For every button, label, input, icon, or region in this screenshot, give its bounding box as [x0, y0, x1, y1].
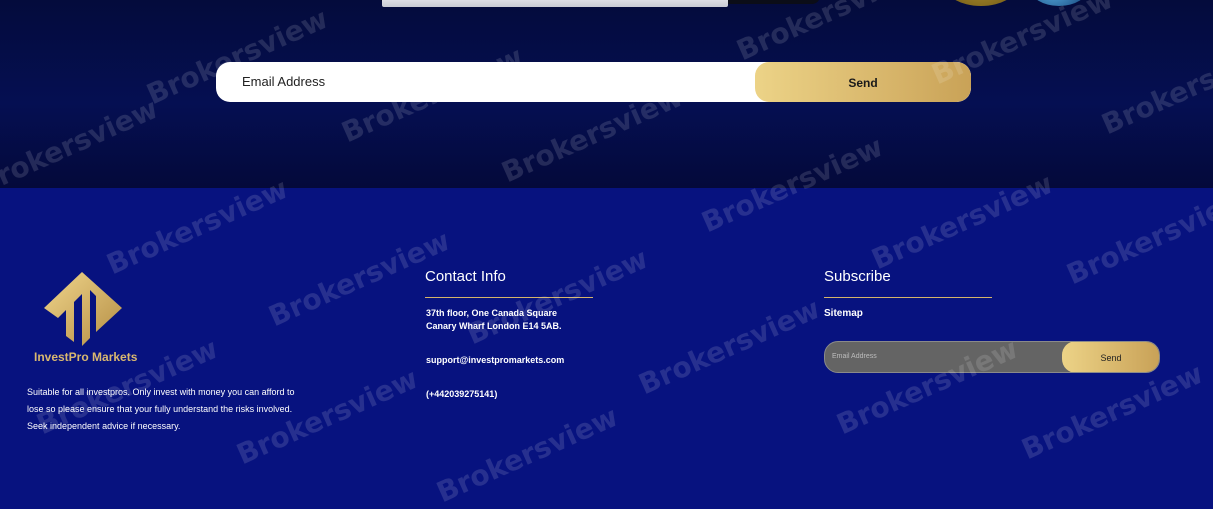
footer-email-input[interactable]: Email Address: [832, 342, 877, 372]
brand-description: Suitable for all investpros. Only invest…: [27, 387, 295, 431]
sitemap-link[interactable]: Sitemap: [824, 308, 863, 319]
contact-phone-link[interactable]: (+442039275141): [426, 389, 497, 399]
contact-address: 37th floor, One Canada Square Canary Wha…: [426, 307, 626, 333]
device-screen-image: [382, 0, 728, 7]
subscribe-heading-underline: [824, 297, 992, 298]
brand-logo[interactable]: InvestPro Markets: [28, 270, 158, 370]
footer: InvestPro Markets Suitable for all inves…: [0, 188, 1213, 457]
contact-info-heading: Contact Info: [425, 268, 506, 285]
footer-send-button[interactable]: Send: [1062, 342, 1159, 372]
hero-email-input[interactable]: Email Address: [242, 62, 325, 102]
hero-subscribe-form: Email Address Send: [216, 62, 971, 102]
logo-mark-icon: [44, 272, 122, 346]
address-line-2: Canary Wharf London E14 5AB.: [426, 321, 562, 331]
hero-send-button[interactable]: Send: [755, 62, 971, 102]
contact-email-link[interactable]: support@investpromarkets.com: [426, 355, 564, 365]
subscribe-heading: Subscribe: [824, 268, 891, 285]
newsletter-hero-section: Email Address Send: [0, 0, 1213, 188]
brand-name: InvestPro Markets: [34, 350, 138, 364]
footer-subscribe-form: Email Address Send: [824, 341, 1160, 373]
globe-image: [1030, 0, 1088, 6]
coin-image: [943, 0, 1019, 6]
address-line-1: 37th floor, One Canada Square: [426, 308, 558, 318]
contact-heading-underline: [425, 297, 593, 298]
